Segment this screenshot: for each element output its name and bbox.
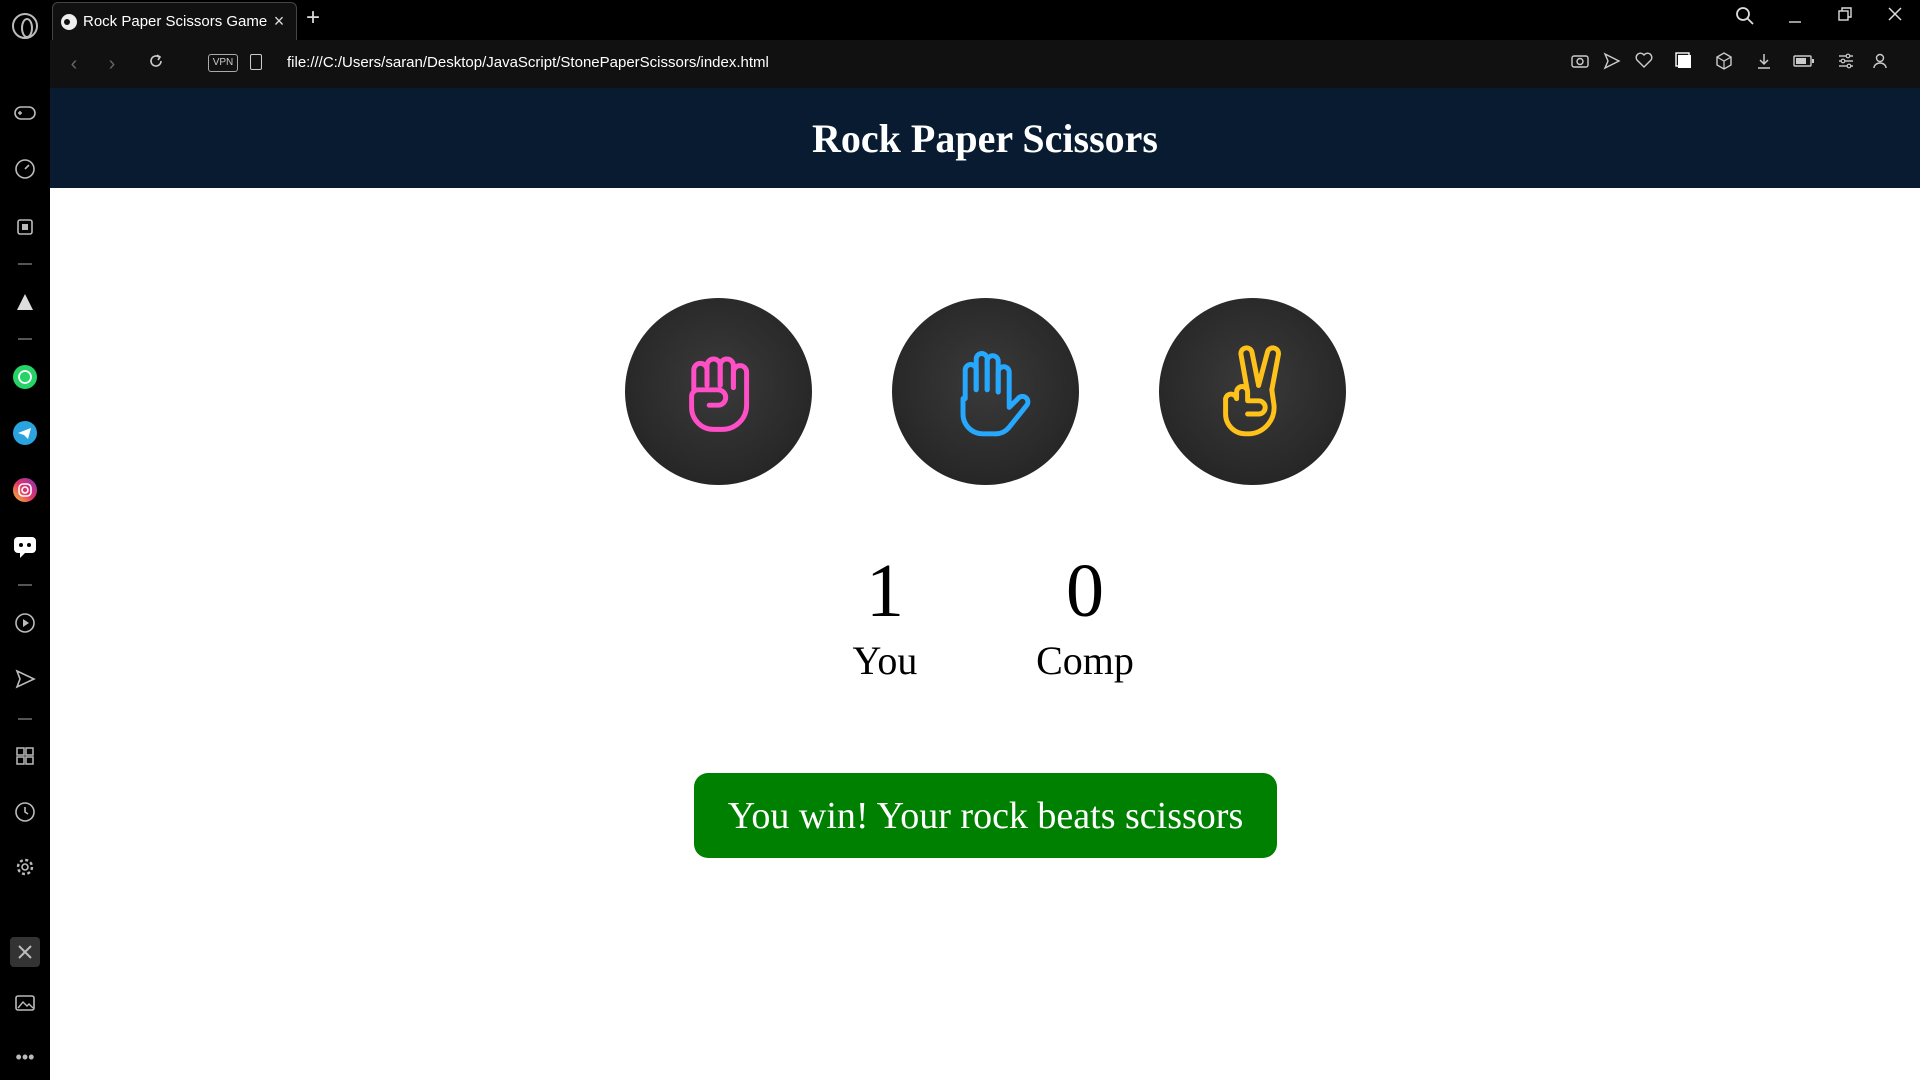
opera-logo-icon[interactable] <box>12 13 38 39</box>
file-page-icon <box>250 54 262 70</box>
comp-score-block: 0 Comp <box>1035 553 1135 684</box>
active-tab[interactable]: Rock Paper Scissors Game × <box>52 2 297 40</box>
cube-extension-icon[interactable] <box>1712 52 1736 76</box>
player-icon[interactable] <box>10 608 40 638</box>
image-gallery-icon[interactable] <box>10 988 40 1018</box>
battery-saver-icon[interactable] <box>1792 52 1816 76</box>
aria-icon[interactable] <box>10 287 40 317</box>
easy-setup-icon[interactable] <box>1834 52 1858 76</box>
download-icon[interactable] <box>1752 52 1776 76</box>
camera-icon[interactable] <box>1568 52 1592 76</box>
discord-icon[interactable] <box>10 531 40 561</box>
history-clock-icon[interactable] <box>10 797 40 827</box>
user-score: 1 <box>866 549 904 633</box>
url-field[interactable]: file:///C:/Users/saran/Desktop/JavaScrip… <box>287 54 769 71</box>
scoreboard: 1 You 0 Comp <box>50 553 1920 684</box>
tab-bar: Rock Paper Scissors Game × + <box>50 0 1920 40</box>
peace-hand-icon <box>1223 344 1281 436</box>
tab-title: Rock Paper Scissors Game <box>83 13 268 30</box>
send-to-flow-icon[interactable] <box>1600 52 1624 76</box>
close-window-icon[interactable] <box>1880 6 1910 27</box>
send-icon[interactable] <box>10 664 40 694</box>
scissors-choice-button[interactable] <box>1158 298 1346 485</box>
result-message: You win! Your rock beats scissors <box>694 773 1277 858</box>
open-hand-icon <box>960 350 1031 436</box>
speedometer-icon[interactable] <box>10 154 40 184</box>
comp-score: 0 <box>1066 549 1104 633</box>
more-options-icon[interactable]: ••• <box>10 1042 40 1072</box>
whatsapp-icon[interactable] <box>10 362 40 392</box>
page-viewport: Rock Paper Scissors 1 You 0 Comp You win… <box>50 88 1920 1080</box>
user-score-label: You <box>852 638 918 683</box>
reload-icon[interactable] <box>144 52 168 76</box>
telegram-icon[interactable] <box>10 418 40 448</box>
choices-container <box>50 298 1920 485</box>
tab-snapshot-icon[interactable] <box>1672 52 1696 76</box>
gamepad-icon[interactable] <box>10 98 40 128</box>
instagram-icon[interactable] <box>10 475 40 505</box>
restore-icon[interactable] <box>1830 6 1860 27</box>
globe-icon <box>61 13 77 30</box>
vpn-badge[interactable]: VPN <box>208 54 238 72</box>
profile-icon[interactable] <box>1868 52 1892 76</box>
new-tab-button[interactable]: + <box>306 4 320 32</box>
page-header: Rock Paper Scissors <box>50 88 1920 188</box>
page-title: Rock Paper Scissors <box>812 115 1158 161</box>
rock-choice-button[interactable] <box>624 298 812 485</box>
apps-grid-icon[interactable] <box>10 741 40 771</box>
heart-icon[interactable] <box>1632 52 1656 76</box>
comp-score-label: Comp <box>1036 638 1134 683</box>
tools-icon[interactable] <box>10 937 40 967</box>
paper-choice-button[interactable] <box>891 298 1079 485</box>
fist-icon <box>689 356 750 432</box>
cpu-icon[interactable] <box>10 212 40 242</box>
close-tab-icon[interactable]: × <box>270 11 288 32</box>
browser-sidebar: ••• <box>0 0 50 1080</box>
forward-icon[interactable]: › <box>100 52 124 76</box>
back-icon[interactable]: ‹ <box>62 52 86 76</box>
minimize-icon[interactable] <box>1780 6 1810 31</box>
user-score-block: 1 You <box>835 553 935 684</box>
address-bar: ‹ › VPN file:///C:/Users/saran/Desktop/J… <box>50 40 1920 88</box>
settings-gear-icon[interactable] <box>10 852 40 882</box>
search-tabs-icon[interactable] <box>1730 6 1760 31</box>
